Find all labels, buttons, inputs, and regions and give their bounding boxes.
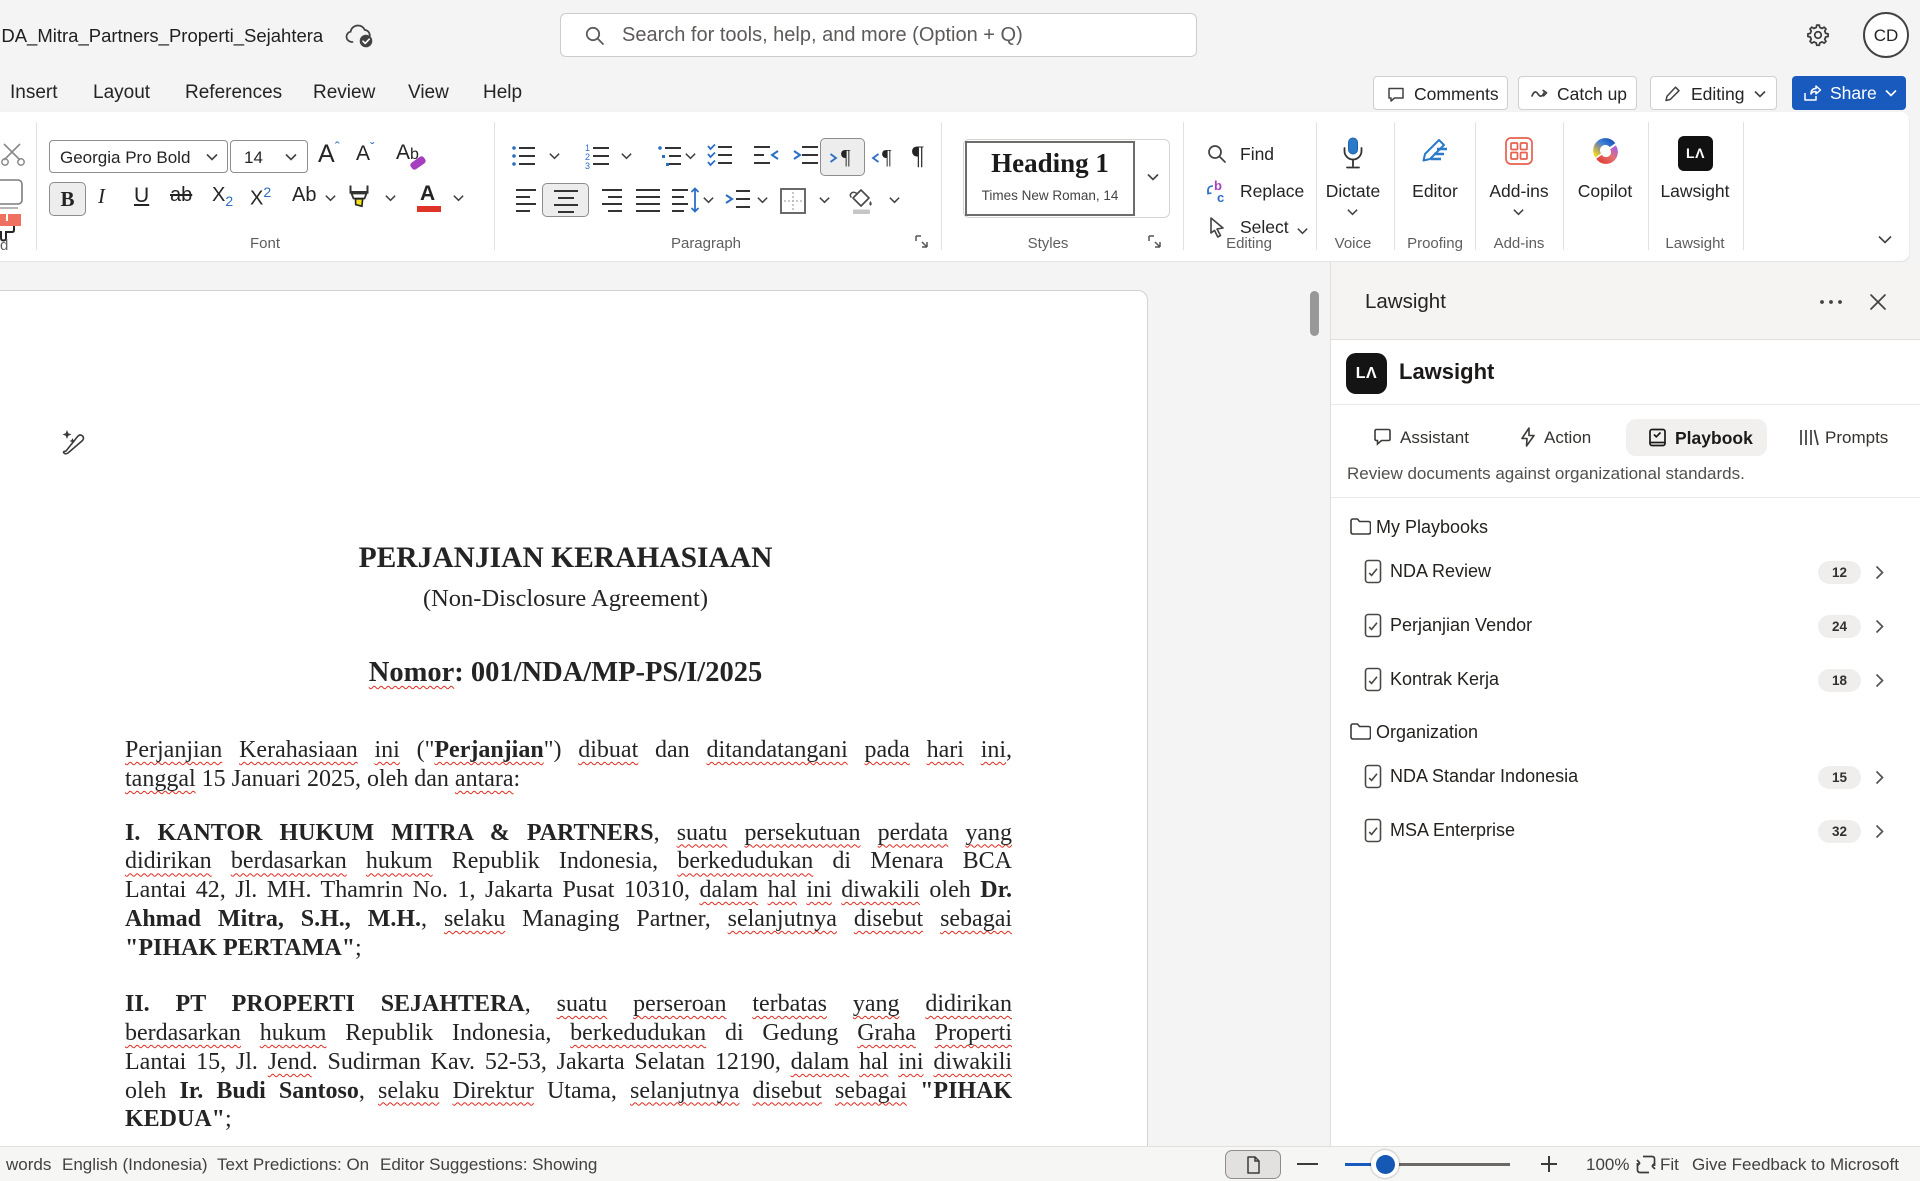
svg-text:3: 3: [585, 161, 590, 170]
svg-text:c: c: [1217, 190, 1224, 204]
